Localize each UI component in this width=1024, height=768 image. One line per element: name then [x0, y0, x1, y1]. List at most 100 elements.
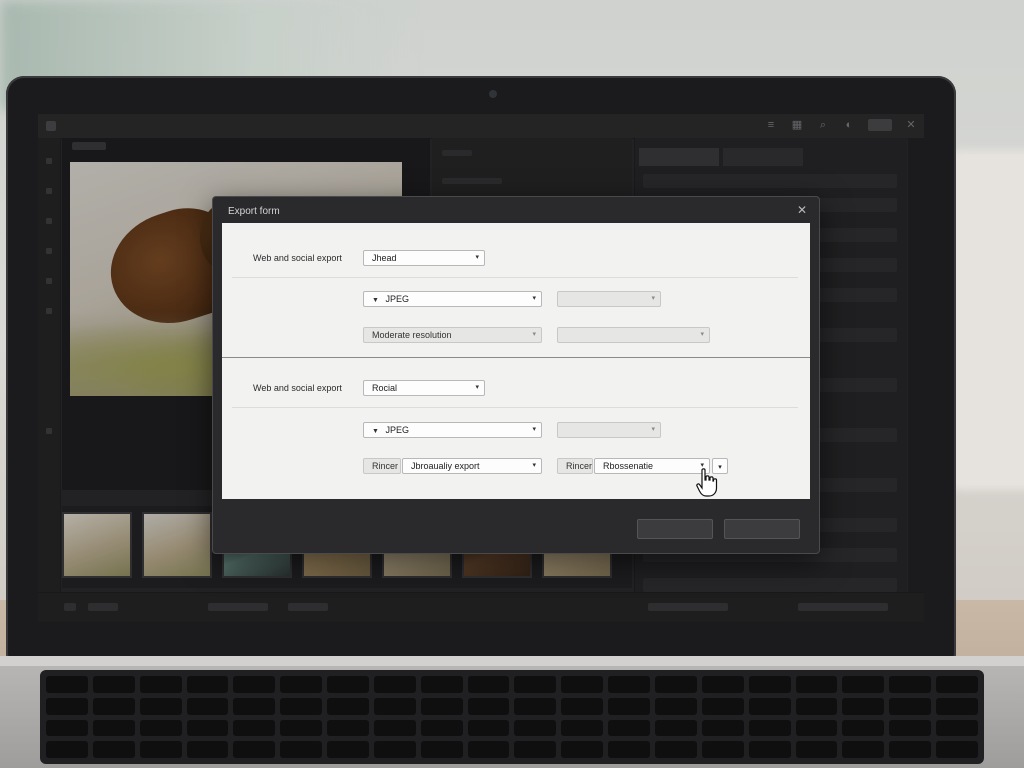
keyboard-key — [748, 697, 791, 715]
format-option-select[interactable]: ▾ — [557, 291, 661, 307]
keyboard-key — [608, 697, 651, 715]
export-button[interactable] — [724, 519, 800, 539]
keyboard-key — [608, 741, 651, 758]
keyboard-key — [795, 676, 838, 693]
preset-select[interactable]: Rocial ▾ — [363, 380, 485, 396]
keyboard-key — [514, 697, 557, 715]
keyboard-key — [373, 719, 416, 737]
chevron-down-icon: ▾ — [532, 295, 536, 302]
keyboard-key — [46, 697, 88, 715]
secondary-button[interactable] — [637, 519, 713, 539]
keyboard-key — [92, 741, 135, 758]
keyboard-key — [467, 741, 510, 758]
resolution-value: Moderate resolution — [372, 330, 452, 340]
divider — [232, 407, 798, 408]
keyboard-key — [139, 719, 182, 737]
triangle-icon: ▼ — [372, 428, 379, 435]
keyboard-key — [795, 697, 838, 715]
webcam — [489, 90, 497, 98]
keyboard-key — [608, 719, 651, 737]
keyboard — [40, 670, 984, 764]
keyboard-key — [280, 719, 323, 737]
keyboard-key — [514, 719, 557, 737]
triangle-icon: ▼ — [372, 297, 379, 304]
preset-select[interactable]: Jhead ▾ — [363, 250, 485, 266]
keyboard-key — [186, 719, 229, 737]
keyboard-key — [139, 741, 182, 758]
keyboard-key — [608, 676, 651, 693]
keyboard-key — [233, 676, 276, 693]
divider — [232, 277, 798, 278]
keyboard-key — [561, 719, 604, 737]
size-select[interactable]: ▾ — [557, 327, 710, 343]
dialog-body: Web and social export Jhead ▾ ▼ JPEG ▾ ▾… — [222, 223, 810, 499]
keyboard-key — [186, 741, 229, 758]
chevron-down-icon: ▾ — [475, 254, 479, 261]
chevron-down-icon: ▾ — [700, 331, 704, 338]
keyboard-key — [655, 676, 697, 693]
format-value: JPEG — [385, 294, 409, 304]
dialog-close-icon[interactable]: ✕ — [797, 203, 807, 217]
dialog-title: Export form — [228, 206, 280, 217]
hand-cursor-icon — [696, 468, 718, 497]
metadata-value: Rbossenatie — [603, 461, 654, 471]
keyboard-key — [561, 697, 604, 715]
section-label: Web and social export — [253, 383, 342, 393]
keyboard-key — [373, 741, 416, 758]
keyboard-key — [420, 741, 463, 758]
laptop-base-edge — [0, 656, 1024, 666]
chevron-down-icon: ▾ — [718, 464, 722, 471]
keyboard-key — [467, 676, 510, 693]
keyboard-key — [280, 697, 323, 715]
keyboard-key — [420, 719, 463, 737]
keyboard-key — [467, 719, 510, 737]
keyboard-key — [373, 697, 416, 715]
keyboard-key — [889, 697, 932, 715]
keyboard-key — [936, 676, 978, 693]
section-label: Web and social export — [253, 253, 342, 263]
keyboard-key — [748, 719, 791, 737]
section-divider — [222, 357, 810, 358]
keyboard-key — [92, 719, 135, 737]
keyboard-key — [842, 676, 885, 693]
preset-value: Jhead — [372, 253, 397, 263]
format-option-select[interactable]: ▾ — [557, 422, 661, 438]
export-dialog: Export form ✕ Web and social export Jhea… — [212, 196, 820, 554]
keyboard-key — [46, 676, 88, 693]
keyboard-key — [139, 697, 182, 715]
format-value: JPEG — [385, 425, 409, 435]
chevron-down-icon: ▾ — [475, 384, 479, 391]
keyboard-key — [327, 719, 369, 737]
keyboard-key — [655, 697, 697, 715]
chevron-down-icon: ▾ — [532, 426, 536, 433]
extra2-label-box: Rincer — [557, 458, 593, 474]
keyboard-key — [795, 719, 838, 737]
preset-value: Rocial — [372, 383, 398, 393]
format-select[interactable]: ▼ JPEG ▾ — [363, 291, 542, 307]
keyboard-key — [373, 676, 416, 693]
format-select[interactable]: ▼ JPEG ▾ — [363, 422, 542, 438]
quality-select[interactable]: Jbroaualiy export ▾ — [402, 458, 542, 474]
metadata-select[interactable]: Rbossenatie ▾ — [594, 458, 710, 474]
keyboard-key — [420, 697, 463, 715]
chevron-down-icon: ▾ — [651, 426, 655, 433]
keyboard-key — [701, 676, 744, 693]
keyboard-key — [936, 741, 978, 758]
keyboard-key — [655, 719, 697, 737]
keyboard-key — [327, 676, 369, 693]
chevron-down-icon: ▾ — [532, 331, 536, 338]
keyboard-key — [936, 697, 978, 715]
keyboard-key — [92, 697, 135, 715]
keyboard-key — [701, 719, 744, 737]
keyboard-key — [748, 676, 791, 693]
keyboard-key — [889, 676, 932, 693]
keyboard-key — [139, 676, 182, 693]
keyboard-key — [280, 676, 323, 693]
keyboard-key — [233, 719, 276, 737]
keyboard-key — [842, 719, 885, 737]
resolution-select[interactable]: Moderate resolution ▾ — [363, 327, 542, 343]
keyboard-key — [467, 697, 510, 715]
keyboard-key — [561, 741, 604, 758]
keyboard-key — [186, 676, 229, 693]
extra-label: Rincer — [372, 461, 399, 471]
